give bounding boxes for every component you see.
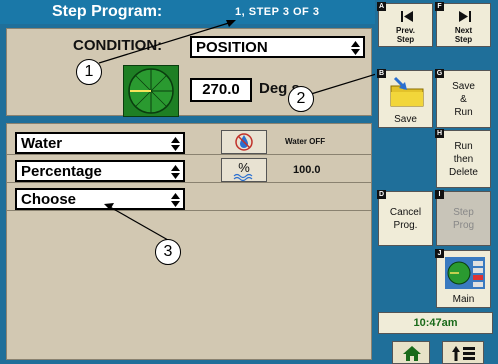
arrowhead-icon bbox=[226, 20, 236, 27]
skip-back-icon bbox=[401, 11, 413, 22]
key-label: B bbox=[377, 69, 386, 78]
button-label: then bbox=[453, 154, 474, 165]
key-label: H bbox=[435, 129, 444, 138]
main-panel: Step Program: 1, STEP 3 OF 3 CONDITION: … bbox=[0, 0, 375, 364]
button-label: Next bbox=[454, 26, 473, 35]
menu-button[interactable] bbox=[442, 341, 484, 364]
step-program-button[interactable]: I Step Prog bbox=[435, 190, 491, 246]
button-label: & bbox=[460, 94, 467, 105]
callout-line-1 bbox=[98, 21, 233, 64]
button-label: Delete bbox=[449, 167, 478, 178]
home-icon bbox=[403, 346, 421, 361]
key-label: G bbox=[435, 69, 444, 78]
prev-step-button[interactable]: A Prev. Step bbox=[377, 2, 433, 47]
callout-2: 2 bbox=[288, 86, 314, 112]
key-label: I bbox=[435, 190, 444, 199]
callout-line-3 bbox=[109, 206, 169, 241]
cancel-program-button[interactable]: D Cancel Prog. bbox=[377, 190, 433, 246]
button-label: Step bbox=[453, 207, 474, 218]
next-step-button[interactable]: F Next Step bbox=[435, 2, 491, 47]
skip-forward-icon bbox=[459, 11, 471, 22]
button-label: Step bbox=[454, 35, 473, 44]
button-label: Run bbox=[454, 141, 473, 152]
button-label: Prog bbox=[452, 220, 475, 231]
clock-display: 10:47am bbox=[378, 312, 493, 334]
button-label: Prog. bbox=[393, 220, 418, 231]
button-label: Step bbox=[396, 35, 415, 44]
save-and-run-button[interactable]: G Save & Run bbox=[435, 69, 491, 128]
button-label: Main bbox=[452, 294, 475, 305]
key-label: A bbox=[377, 2, 386, 11]
run-then-delete-button[interactable]: H Run then Delete bbox=[435, 129, 491, 188]
callout-1: 1 bbox=[76, 59, 102, 85]
right-sidebar: A Prev. Step F Next Step B Save G Save &… bbox=[375, 0, 498, 364]
key-label: J bbox=[435, 249, 444, 258]
button-label: Prev. bbox=[396, 26, 415, 35]
folder-save-icon bbox=[390, 76, 424, 107]
button-label: Save bbox=[452, 81, 475, 92]
key-label: D bbox=[377, 190, 386, 199]
button-label: Run bbox=[454, 107, 473, 118]
callout-3: 3 bbox=[155, 239, 181, 265]
key-label: F bbox=[435, 2, 444, 11]
up-menu-icon bbox=[452, 346, 475, 361]
save-button[interactable]: B Save bbox=[377, 69, 433, 128]
callout-lines bbox=[98, 20, 375, 241]
home-button[interactable] bbox=[392, 341, 430, 364]
button-label: Cancel bbox=[389, 207, 422, 218]
callout-line-2 bbox=[310, 73, 375, 95]
button-label: Save bbox=[394, 114, 417, 125]
main-button[interactable]: J Main bbox=[435, 249, 491, 308]
main-screen-icon bbox=[445, 257, 485, 289]
